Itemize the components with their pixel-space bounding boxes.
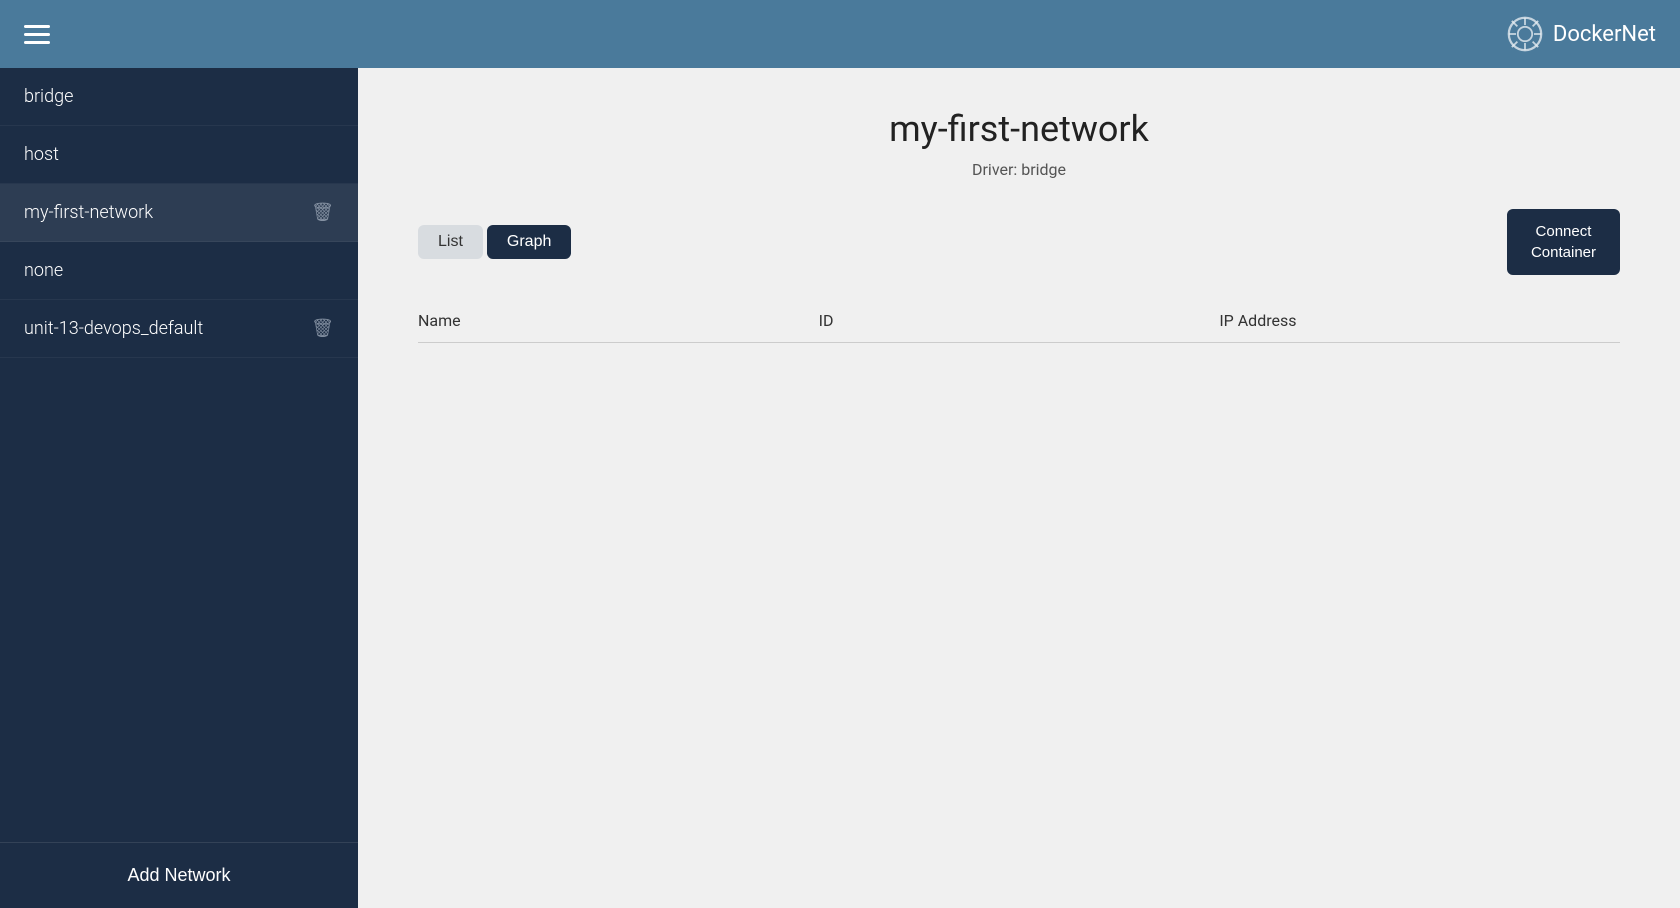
main-content: my-first-network Driver: bridge List Gra… — [358, 68, 1680, 908]
table-header: Name ID IP Address — [418, 299, 1620, 343]
hamburger-menu[interactable] — [24, 25, 50, 44]
view-tabs: List Graph — [418, 225, 571, 259]
column-ip-address: IP Address — [1219, 311, 1620, 330]
column-name: Name — [418, 311, 819, 330]
app-header: DockerNet — [0, 0, 1680, 68]
delete-icon[interactable]: 🗑 — [311, 318, 334, 339]
network-title: my-first-network — [418, 108, 1620, 150]
sidebar-item-host[interactable]: host — [0, 126, 358, 184]
add-network-button[interactable]: Add Network — [0, 842, 358, 908]
table-body — [418, 343, 1620, 868]
sidebar-item-label: none — [24, 260, 63, 281]
network-list: bridge host my-first-network 🗑 none unit-13-d… — [0, 68, 358, 842]
sidebar-item-label: unit-13-devops_default — [24, 318, 203, 339]
main-layout: bridge host my-first-network 🗑 none unit-13-d… — [0, 68, 1680, 908]
sidebar-item-label: bridge — [24, 86, 73, 107]
sidebar-item-bridge[interactable]: bridge — [0, 68, 358, 126]
connect-container-button[interactable]: ConnectContainer — [1507, 209, 1620, 275]
tab-graph[interactable]: Graph — [487, 225, 571, 259]
sidebar-item-label: host — [24, 144, 59, 165]
delete-icon[interactable]: 🗑 — [311, 202, 334, 223]
docker-icon — [1507, 16, 1543, 52]
sidebar-item-none[interactable]: none — [0, 242, 358, 300]
brand-name: DockerNet — [1553, 22, 1656, 47]
network-driver: Driver: bridge — [418, 160, 1620, 179]
sidebar-item-unit-13-devops_default[interactable]: unit-13-devops_default 🗑 — [0, 300, 358, 358]
column-id: ID — [819, 311, 1220, 330]
sidebar: bridge host my-first-network 🗑 none unit-13-d… — [0, 68, 358, 908]
tab-list[interactable]: List — [418, 225, 483, 259]
content-toolbar: List Graph ConnectContainer — [418, 209, 1620, 275]
brand-logo: DockerNet — [1507, 16, 1656, 52]
sidebar-item-label: my-first-network — [24, 202, 153, 223]
sidebar-item-my-first-network[interactable]: my-first-network 🗑 — [0, 184, 358, 242]
